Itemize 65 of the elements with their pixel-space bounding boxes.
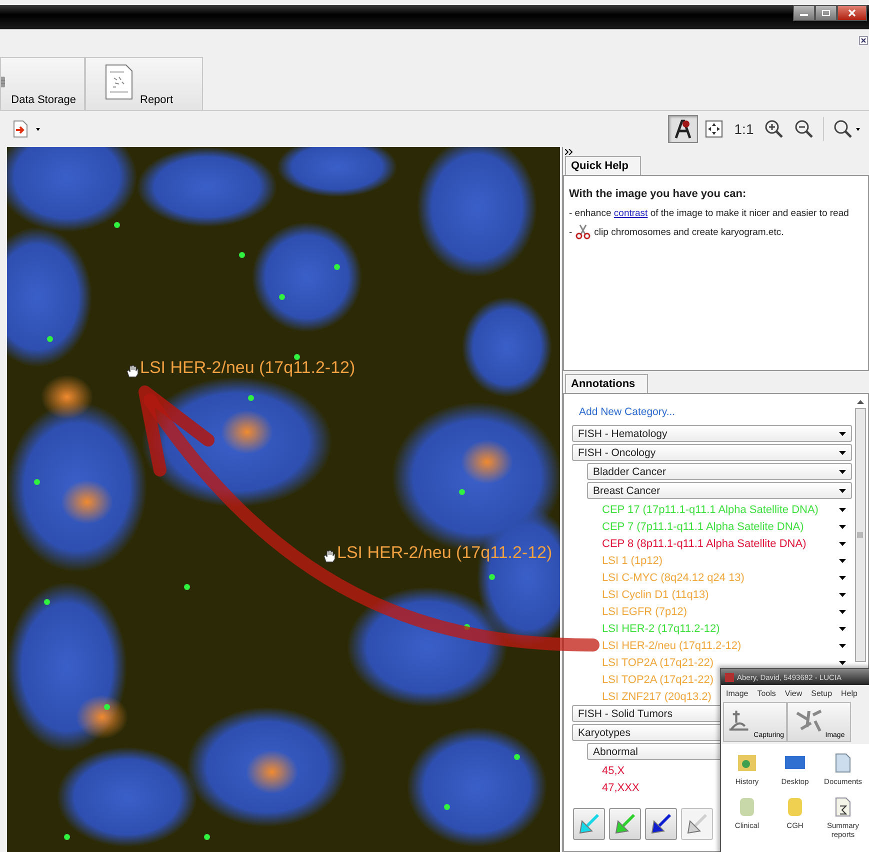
menu-item[interactable]: Tools	[757, 689, 776, 698]
folder-icon	[736, 752, 758, 774]
caret-icon[interactable]	[839, 524, 846, 528]
document-icon	[104, 64, 134, 100]
hand-cursor-icon	[125, 364, 139, 378]
zoom-in-icon	[764, 119, 784, 139]
maximize-button[interactable]	[815, 5, 837, 21]
caret-icon[interactable]	[839, 592, 846, 596]
caret-icon	[839, 488, 846, 492]
help-text: clip chromosomes and create karyogram.etc.	[594, 226, 784, 238]
annotate-button[interactable]	[668, 115, 698, 143]
scrollbar[interactable]	[855, 400, 865, 662]
arrow-annotation-button[interactable]	[609, 808, 641, 840]
category-dropdown[interactable]: FISH - Hematology	[572, 425, 852, 442]
help-text: - enhance contrast of the image to make it nicer and easier to read	[569, 208, 849, 219]
menu-item[interactable]: Image	[726, 689, 748, 698]
arrow-annotation-button[interactable]	[573, 808, 605, 840]
app-icon	[725, 672, 734, 682]
caret-icon	[839, 470, 846, 474]
menu-item[interactable]: View	[784, 689, 802, 698]
menu-item[interactable]: Help	[841, 689, 858, 698]
image-annotation-label[interactable]: LSI HER-2/neu (17q11.2-12)	[140, 358, 356, 378]
letter-pin-icon	[672, 118, 694, 140]
caret-icon[interactable]	[839, 576, 846, 580]
search-icon	[833, 119, 861, 139]
menu-item[interactable]: Setup	[811, 689, 832, 698]
category-dropdown[interactable]: Breast Cancer	[587, 482, 852, 499]
probe-label[interactable]: CEP 8 (8p11.1-q11.1 Alpha Satellite DNA)	[602, 538, 806, 550]
arrow-annotation-button[interactable]	[645, 808, 677, 840]
caret-icon[interactable]	[839, 610, 846, 614]
close-icon	[847, 9, 857, 17]
caret-icon[interactable]	[839, 542, 846, 546]
ribbon-tab[interactable]: Data Storage	[0, 57, 85, 110]
scissors-icon	[575, 224, 592, 240]
minimize-button[interactable]	[793, 5, 815, 21]
quick-help-tab[interactable]: Quick Help	[565, 156, 642, 175]
caret-icon	[839, 432, 846, 436]
close-icon[interactable]	[859, 36, 868, 45]
caret-icon[interactable]	[839, 558, 846, 562]
caret-icon[interactable]	[34, 125, 42, 133]
caret-icon[interactable]	[839, 660, 846, 664]
caret-icon[interactable]	[839, 626, 846, 630]
bullet-dash: -	[569, 226, 572, 238]
probe-label[interactable]: 47,XXX	[602, 782, 640, 794]
caret-icon[interactable]	[839, 644, 846, 648]
hand-cursor-icon	[322, 549, 336, 563]
caret-icon[interactable]	[839, 508, 846, 512]
category-dropdown[interactable]: Bladder Cancer	[587, 463, 852, 480]
help-heading: With the image you have you can:	[569, 188, 748, 200]
contrast-link[interactable]: contrast	[614, 208, 648, 219]
add-category-link[interactable]: Add New Category...	[579, 406, 852, 418]
grip-icon	[857, 532, 863, 538]
maximize-icon	[821, 9, 831, 17]
caret-icon	[839, 450, 846, 454]
annotations-tab[interactable]: Annotations	[565, 374, 648, 393]
ribbon-tab[interactable]: Report	[85, 57, 203, 110]
scroll-up-icon[interactable]	[856, 400, 864, 404]
close-button[interactable]	[837, 5, 867, 21]
probe-label[interactable]: 45,X	[602, 764, 625, 776]
expand-icon[interactable]	[563, 147, 575, 156]
zoom-out-icon	[794, 119, 814, 139]
actual-size-button[interactable]: 1:1	[730, 115, 758, 143]
category-dropdown[interactable]: FISH - Oncology	[572, 444, 852, 461]
export-icon[interactable]	[12, 120, 28, 138]
fit-icon	[705, 120, 723, 138]
